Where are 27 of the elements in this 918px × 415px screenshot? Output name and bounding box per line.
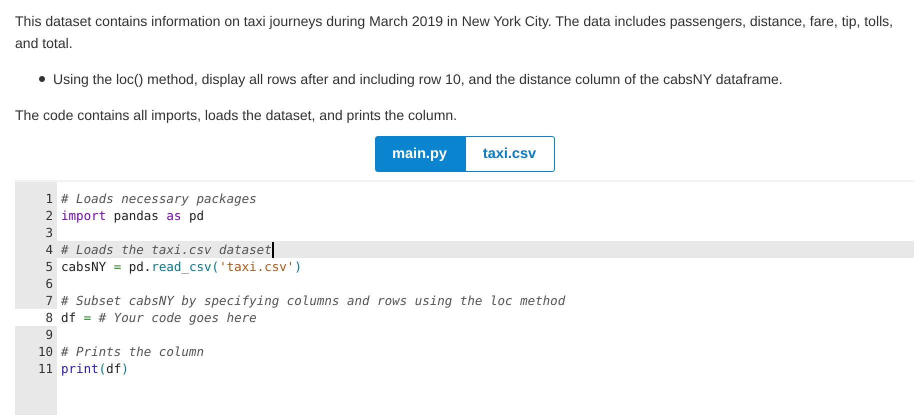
code-line: # Subset cabsNY by specifying columns and rows using the loc method <box>60 292 566 309</box>
code-line: print(df) <box>60 360 129 377</box>
line-number: 4 <box>44 241 54 258</box>
code-line: cabsNY = pd.read_csv('taxi.csv') <box>60 258 302 275</box>
code-line: # Loads necessary packages <box>60 190 257 207</box>
line-number: 1 <box>44 190 54 207</box>
text-cursor <box>272 242 274 258</box>
bullet-icon <box>39 76 45 82</box>
intro-paragraph: This dataset contains information on taxi journeys during March 2019 in New York City. The data includes passengers, distance, fare, tip, tolls, and total. <box>15 12 894 53</box>
line-number: 7 <box>44 292 54 309</box>
file-tab[interactable]: taxi.csv <box>464 136 554 172</box>
line-number: 5 <box>44 258 54 275</box>
line-number: 3 <box>44 224 54 241</box>
instruction-text: Using the loc() method, display all rows after and including row 10, and the distance column of the cabsNY dataframe. <box>53 70 783 89</box>
code-line: # Loads the taxi.csv dataset <box>60 241 274 258</box>
note-text: The code contains all imports, loads the dataset, and prints the column. <box>15 106 458 125</box>
line-number: 2 <box>44 207 54 224</box>
file-tab[interactable]: main.py <box>374 136 464 172</box>
line-number: 6 <box>44 275 54 292</box>
code-line: import pandas as pd <box>60 207 204 224</box>
code-line: df = # Your code goes here <box>60 309 257 326</box>
code-line: # Prints the column <box>60 343 204 360</box>
code-editor[interactable] <box>15 180 914 415</box>
line-number: 11 <box>36 360 54 377</box>
line-number: 9 <box>44 326 54 343</box>
line-number: 10 <box>36 343 54 360</box>
line-number: 8 <box>15 309 57 326</box>
